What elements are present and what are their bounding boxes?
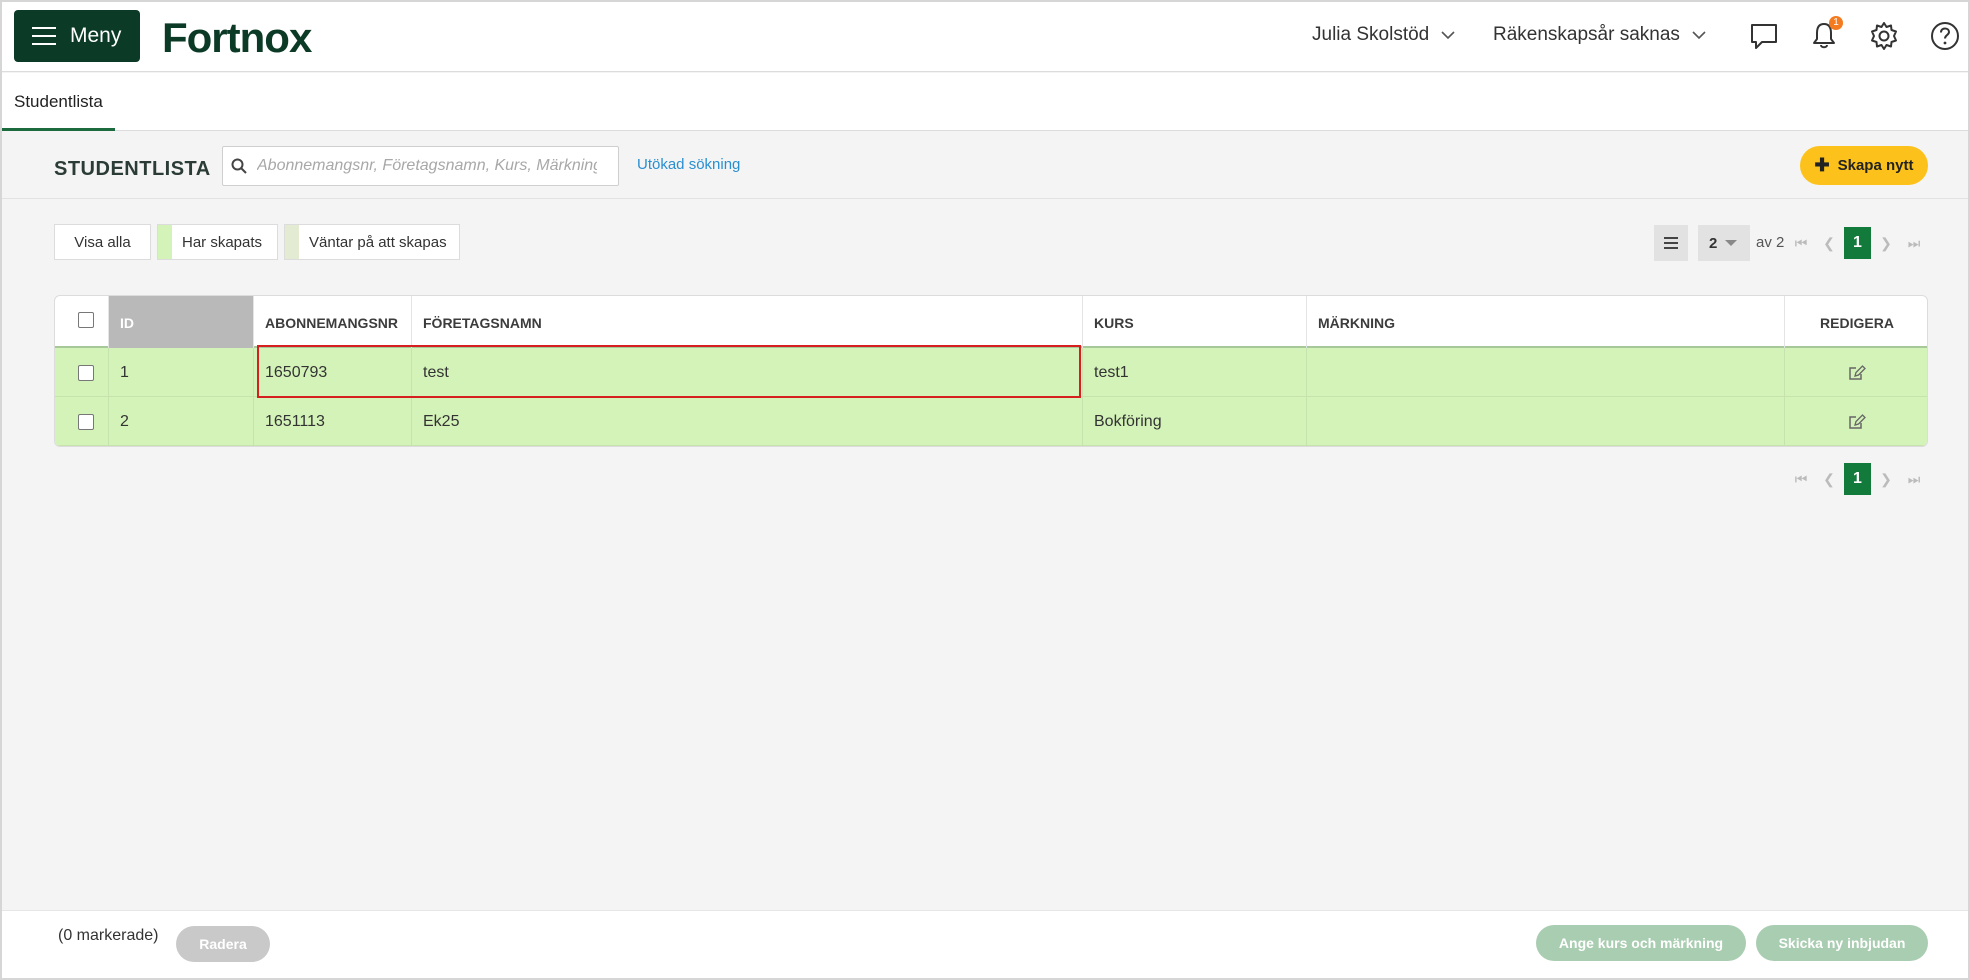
fiscal-year-label: Räkenskapsår saknas xyxy=(1493,24,1680,45)
filter-created-label: Har skapats xyxy=(182,233,263,251)
set-course-button[interactable]: Ange kurs och märkning xyxy=(1536,925,1746,961)
cell-marking xyxy=(1307,397,1785,446)
page-size-select[interactable]: 2 xyxy=(1698,225,1750,261)
table-row[interactable]: 1 1650793 test test1 xyxy=(55,348,1927,397)
table-row[interactable]: 2 1651113 Ek25 Bokföring xyxy=(55,397,1927,446)
page-header: STUDENTLISTA Utökad sökning ✚ Skapa nytt xyxy=(2,131,1968,199)
delete-label: Radera xyxy=(199,936,247,952)
delete-button[interactable]: Radera xyxy=(176,926,270,962)
caret-down-icon xyxy=(1725,240,1738,246)
cell-marking xyxy=(1307,348,1785,397)
notifications-button[interactable]: 1 xyxy=(1808,16,1843,52)
send-invite-label: Skicka ny inbjudan xyxy=(1778,935,1906,951)
search-box[interactable] xyxy=(222,146,619,186)
header-company[interactable]: FÖRETAGSNAMN xyxy=(412,296,1083,348)
header-course[interactable]: KURS xyxy=(1083,296,1307,348)
help-icon[interactable] xyxy=(1929,20,1961,52)
plus-icon: ✚ xyxy=(1814,155,1830,175)
filter-waiting-label: Väntar på att skapas xyxy=(309,233,447,251)
create-new-button[interactable]: ✚ Skapa nytt xyxy=(1800,146,1928,185)
student-table: ID ABONNEMANGSNR FÖRETAGSNAMN KURS MÄRKN… xyxy=(54,295,1928,447)
current-page-button[interactable]: 1 xyxy=(1844,463,1871,495)
cell-id: 2 xyxy=(109,397,254,446)
cell-course: test1 xyxy=(1083,348,1307,397)
next-page-icon[interactable]: ❯ xyxy=(1877,233,1895,253)
row-checkbox-cell xyxy=(55,348,109,397)
chevron-down-icon xyxy=(1692,31,1706,40)
header-id[interactable]: ID xyxy=(109,296,254,348)
cell-company: Ek25 xyxy=(412,397,1083,446)
menu-label: Meny xyxy=(70,24,122,47)
top-header: Meny Fortnox Julia Skolstöd Räkenskapsår… xyxy=(2,2,1968,72)
page-title: STUDENTLISTA xyxy=(54,158,211,180)
cell-company: test xyxy=(412,348,1083,397)
search-input[interactable] xyxy=(257,157,597,175)
created-swatch xyxy=(158,225,172,259)
menu-button[interactable]: Meny xyxy=(14,10,140,62)
create-new-label: Skapa nytt xyxy=(1837,157,1914,174)
advanced-search-link[interactable]: Utökad sökning xyxy=(637,156,740,173)
first-page-icon[interactable]: ⏮ xyxy=(1792,233,1810,253)
filter-created[interactable]: Har skapats xyxy=(157,224,278,260)
header-marking[interactable]: MÄRKNING xyxy=(1307,296,1785,348)
cell-course: Bokföring xyxy=(1083,397,1307,446)
chevron-down-icon xyxy=(1441,31,1455,40)
page-count-label: av 2 xyxy=(1756,234,1785,251)
prev-page-icon[interactable]: ❮ xyxy=(1820,469,1838,489)
next-page-icon[interactable]: ❯ xyxy=(1877,469,1895,489)
list-icon xyxy=(1664,237,1678,249)
fortnox-logo[interactable]: Fortnox xyxy=(162,14,312,62)
hamburger-icon xyxy=(32,27,56,45)
header-checkbox-cell xyxy=(55,296,109,348)
cell-subscription: 1650793 xyxy=(254,348,412,397)
notification-badge: 1 xyxy=(1829,16,1843,30)
tab-bar: Studentlista xyxy=(2,73,1968,131)
current-page-button[interactable]: 1 xyxy=(1844,227,1871,259)
page-size-value: 2 xyxy=(1709,234,1718,252)
tab-studentlista[interactable]: Studentlista xyxy=(2,73,115,131)
fiscal-year-dropdown[interactable]: Räkenskapsår saknas xyxy=(1493,24,1708,46)
search-icon xyxy=(231,158,247,174)
cell-subscription: 1651113 xyxy=(254,397,412,446)
cell-id: 1 xyxy=(109,348,254,397)
filter-show-all-label: Visa alla xyxy=(74,233,131,251)
action-footer: (0 markerade) Radera Ange kurs och märkn… xyxy=(2,910,1968,978)
edit-icon[interactable] xyxy=(1848,365,1866,381)
gear-icon[interactable] xyxy=(1868,20,1900,52)
user-name: Julia Skolstöd xyxy=(1312,24,1430,45)
first-page-icon[interactable]: ⏮ xyxy=(1792,469,1810,489)
waiting-swatch xyxy=(285,225,299,259)
send-invite-button[interactable]: Skicka ny inbjudan xyxy=(1756,925,1928,961)
last-page-icon[interactable]: ⏭ xyxy=(1905,469,1923,489)
set-course-label: Ange kurs och märkning xyxy=(1558,935,1724,951)
filter-waiting[interactable]: Väntar på att skapas xyxy=(284,224,460,260)
chat-icon[interactable] xyxy=(1748,20,1780,52)
row-checkbox-cell xyxy=(55,397,109,446)
prev-page-icon[interactable]: ❮ xyxy=(1820,233,1838,253)
table-header: ID ABONNEMANGSNR FÖRETAGSNAMN KURS MÄRKN… xyxy=(55,296,1927,348)
filter-show-all[interactable]: Visa alla xyxy=(54,224,151,260)
edit-icon[interactable] xyxy=(1848,414,1866,430)
list-view-toggle[interactable] xyxy=(1654,225,1688,261)
user-dropdown[interactable]: Julia Skolstöd xyxy=(1312,24,1457,46)
header-subscription[interactable]: ABONNEMANGSNR xyxy=(254,296,412,348)
last-page-icon[interactable]: ⏭ xyxy=(1905,233,1923,253)
selected-count: (0 markerade) xyxy=(58,927,159,944)
header-edit: REDIGERA xyxy=(1820,315,1894,331)
